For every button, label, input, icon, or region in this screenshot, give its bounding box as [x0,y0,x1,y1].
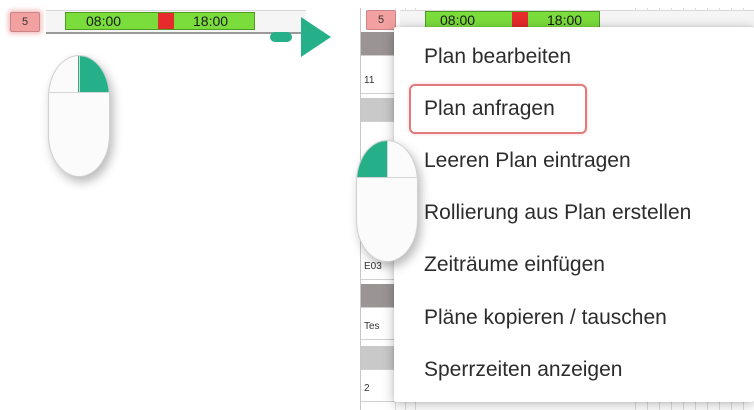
grid-row [361,284,395,308]
mouse-left-click-icon [356,140,418,262]
arrow-head-icon [301,17,331,57]
highlight-frame [409,84,587,134]
menu-item-leeren-plan-eintragen[interactable]: Leeren Plan eintragen [394,135,754,187]
menu-item-plan-bearbeiten[interactable]: Plan bearbeiten [394,31,754,83]
grid-row [361,32,395,56]
break-block [512,12,528,28]
grid-row: Tes [361,316,395,340]
grid-row: 2 [361,378,395,402]
mouse-right-click-icon [48,55,110,177]
menu-item-rollierung-erstellen[interactable]: Rollierung aus Plan erstellen [394,187,754,239]
menu-item-sperrzeiten-anzeigen[interactable]: Sperrzeiten anzeigen [394,344,754,396]
break-block [158,13,174,29]
shift-end-time: 18:00 [193,13,229,29]
arrow-right-icon [270,32,292,42]
menu-item-plaene-kopieren[interactable]: Pläne kopieren / tauschen [394,292,754,344]
day-number-cell[interactable]: 5 [10,12,40,32]
grid-row: 11 [361,70,395,94]
grid-row [361,98,395,122]
day-number-cell[interactable]: 5 [366,10,396,30]
menu-item-zeitraeume-einfuegen[interactable]: Zeiträume einfügen [394,239,754,291]
grid-row [361,346,395,370]
shift-start-time: 08:00 [86,13,122,29]
